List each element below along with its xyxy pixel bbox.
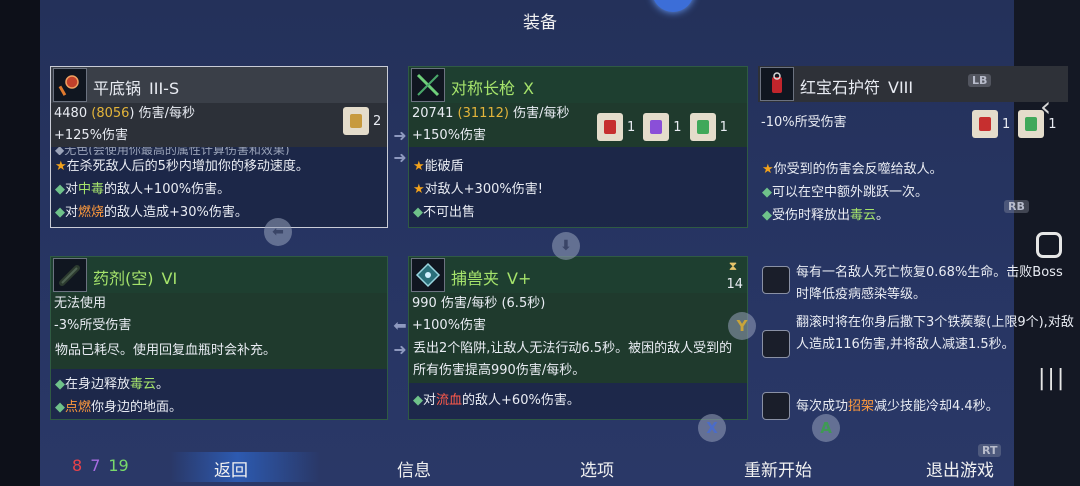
- item-name: 药剂(空) VI: [93, 269, 178, 288]
- brutality-count: 8: [72, 456, 83, 475]
- mutation-text: 翻滚时将在你身后撒下3个铁蒺藜(上限9个),对敌人造成116伤害,并将敌人减速1…: [796, 315, 1074, 352]
- item-line: 无法使用: [51, 293, 387, 315]
- options-button[interactable]: 选项: [580, 456, 614, 481]
- scroll-count: 2: [343, 107, 381, 135]
- mutation-icon-parry: [762, 392, 790, 420]
- nav-left-icon[interactable]: ⬅: [264, 218, 292, 246]
- item-effect: ◆在身边释放毒云。: [55, 377, 170, 392]
- flask-icon: [53, 258, 87, 292]
- scroll-icon: [343, 107, 369, 135]
- lance-icon: [411, 68, 445, 102]
- rb-button-hint: RB: [1004, 200, 1029, 213]
- left-letterbox: [0, 0, 40, 486]
- item-name: 平底锅 III-S: [93, 79, 180, 98]
- brutality-scroll-icon: [597, 113, 623, 141]
- item-effect: ★能破盾: [413, 159, 464, 174]
- back-button[interactable]: 返回: [214, 456, 248, 481]
- screen-title: 装备: [523, 13, 557, 33]
- item-description: 丢出2个陷阱,让敌人无法行动6.5秒。被困的敌人受到的所有伤害提高990伤害/每…: [409, 337, 747, 383]
- frying-pan-icon: [53, 68, 87, 102]
- item-bonus: +125%伤害: [51, 125, 387, 147]
- item-effect: ◆对燃烧的敌人造成+30%伤害。: [55, 205, 248, 220]
- x-button-icon[interactable]: X: [698, 414, 726, 442]
- amulet-icon: [760, 67, 794, 101]
- scroll-stack: 2: [343, 107, 381, 135]
- item-effect: ◆不可出售: [413, 205, 476, 220]
- item-effect: ◆点燃你身边的地面。: [55, 400, 183, 415]
- item-header: 平底锅 III-S: [51, 67, 387, 103]
- item-card-empty-flask[interactable]: 药剂(空) VI 无法使用 -3%所受伤害 物品已耗尽。使用回复血瓶时会补充。 ◆…: [50, 256, 388, 420]
- mutation-text: 每次成功招架减少技能冷却4.4秒。: [796, 399, 999, 414]
- scroll-counts: 8 7 19: [72, 456, 137, 475]
- scroll-count: 1: [643, 113, 682, 141]
- item-name: 对称长枪 X: [451, 79, 534, 98]
- item-name: 捕兽夹 V+: [451, 269, 532, 288]
- scroll-count: 1: [972, 110, 1010, 138]
- item-bonus: +100%伤害: [409, 315, 747, 337]
- item-effect: ★对敌人+300%伤害!: [413, 182, 543, 197]
- survival-count: 19: [108, 456, 129, 475]
- item-effect: ◆对中毒的敌人+100%伤害。: [55, 182, 231, 197]
- arrow-right-icon: ➜: [393, 126, 407, 145]
- item-effect: ◆对流血的敌人+60%伤害。: [413, 393, 580, 408]
- scroll-stack: 1 1 1: [597, 113, 728, 141]
- quit-button[interactable]: 退出游戏: [926, 456, 994, 481]
- item-header: 捕兽夹 V+ ⧗ 14: [409, 257, 747, 293]
- item-effect: ★在杀死敌人后的5秒内增加你的移动速度。: [55, 159, 309, 174]
- item-description: 物品已耗尽。使用回复血瓶时会补充。: [51, 337, 387, 369]
- tactics-count: 7: [90, 456, 101, 475]
- item-header: 药剂(空) VI: [51, 257, 387, 293]
- mutation-text: 每有一名敌人死亡恢复0.68%生命。击败Boss时降低疫病感染等级。: [796, 265, 1063, 302]
- item-header: 红宝石护符 VIII: [758, 66, 1068, 102]
- a-button-icon[interactable]: A: [812, 414, 840, 442]
- bottom-bar: 8 7 19 返回 信息 选项 重新开始 退出游戏: [0, 452, 1080, 482]
- hourglass-icon: ⧗: [728, 259, 738, 273]
- mutation-icon-recovery: [762, 266, 790, 294]
- cooldown-timer: 14: [726, 277, 743, 292]
- item-name: 红宝石护符 VIII: [800, 78, 914, 97]
- arrow-right-icon: ➜: [393, 148, 407, 167]
- item-header: 对称长枪 X: [409, 67, 747, 103]
- arrow-left-icon: ⬅: [393, 316, 407, 335]
- info-button[interactable]: 信息: [397, 456, 431, 481]
- item-card-frying-pan[interactable]: 平底锅 III-S 4480 (8056) 伤害/每秒 +125%伤害 ◆无色(会…: [50, 66, 388, 228]
- recent-apps-icon[interactable]: |||: [1038, 366, 1066, 391]
- scroll-count: 1: [689, 113, 728, 141]
- item-dps: 990 伤害/每秒 (6.5秒): [409, 293, 747, 315]
- item-line: -3%所受伤害: [51, 315, 387, 337]
- mutation-icon-caltrops: [762, 330, 790, 358]
- y-button-icon[interactable]: Y: [728, 312, 756, 340]
- chevron-left-icon[interactable]: ‹: [1040, 90, 1051, 123]
- restart-button[interactable]: 重新开始: [744, 456, 812, 481]
- arrow-right-icon: ➜: [393, 340, 407, 359]
- item-dps: 4480 (8056) 伤害/每秒: [51, 103, 387, 125]
- item-card-wolf-trap[interactable]: 捕兽夹 V+ ⧗ 14 990 伤害/每秒 (6.5秒) +100%伤害 丢出2个…: [408, 256, 748, 420]
- brutality-scroll-icon: [972, 110, 998, 138]
- tactics-scroll-icon: [643, 113, 670, 141]
- item-effect: ★你受到的伤害会反噬给敌人。: [762, 162, 943, 177]
- nav-down-icon[interactable]: ⬇: [552, 232, 580, 260]
- item-card-symmetrical-lance[interactable]: 对称长枪 X 20741 (31112) 伤害/每秒 +150%伤害 ★能破盾 ★…: [408, 66, 748, 228]
- lb-button-hint: LB: [968, 74, 992, 87]
- survival-scroll-icon: [689, 113, 716, 141]
- scroll-count: 1: [597, 113, 635, 141]
- wolf-trap-icon: [411, 258, 445, 292]
- home-icon[interactable]: [1036, 232, 1062, 258]
- item-cut-line: ◆无色(会使用你最高的属性计算伤害和效果): [55, 147, 290, 155]
